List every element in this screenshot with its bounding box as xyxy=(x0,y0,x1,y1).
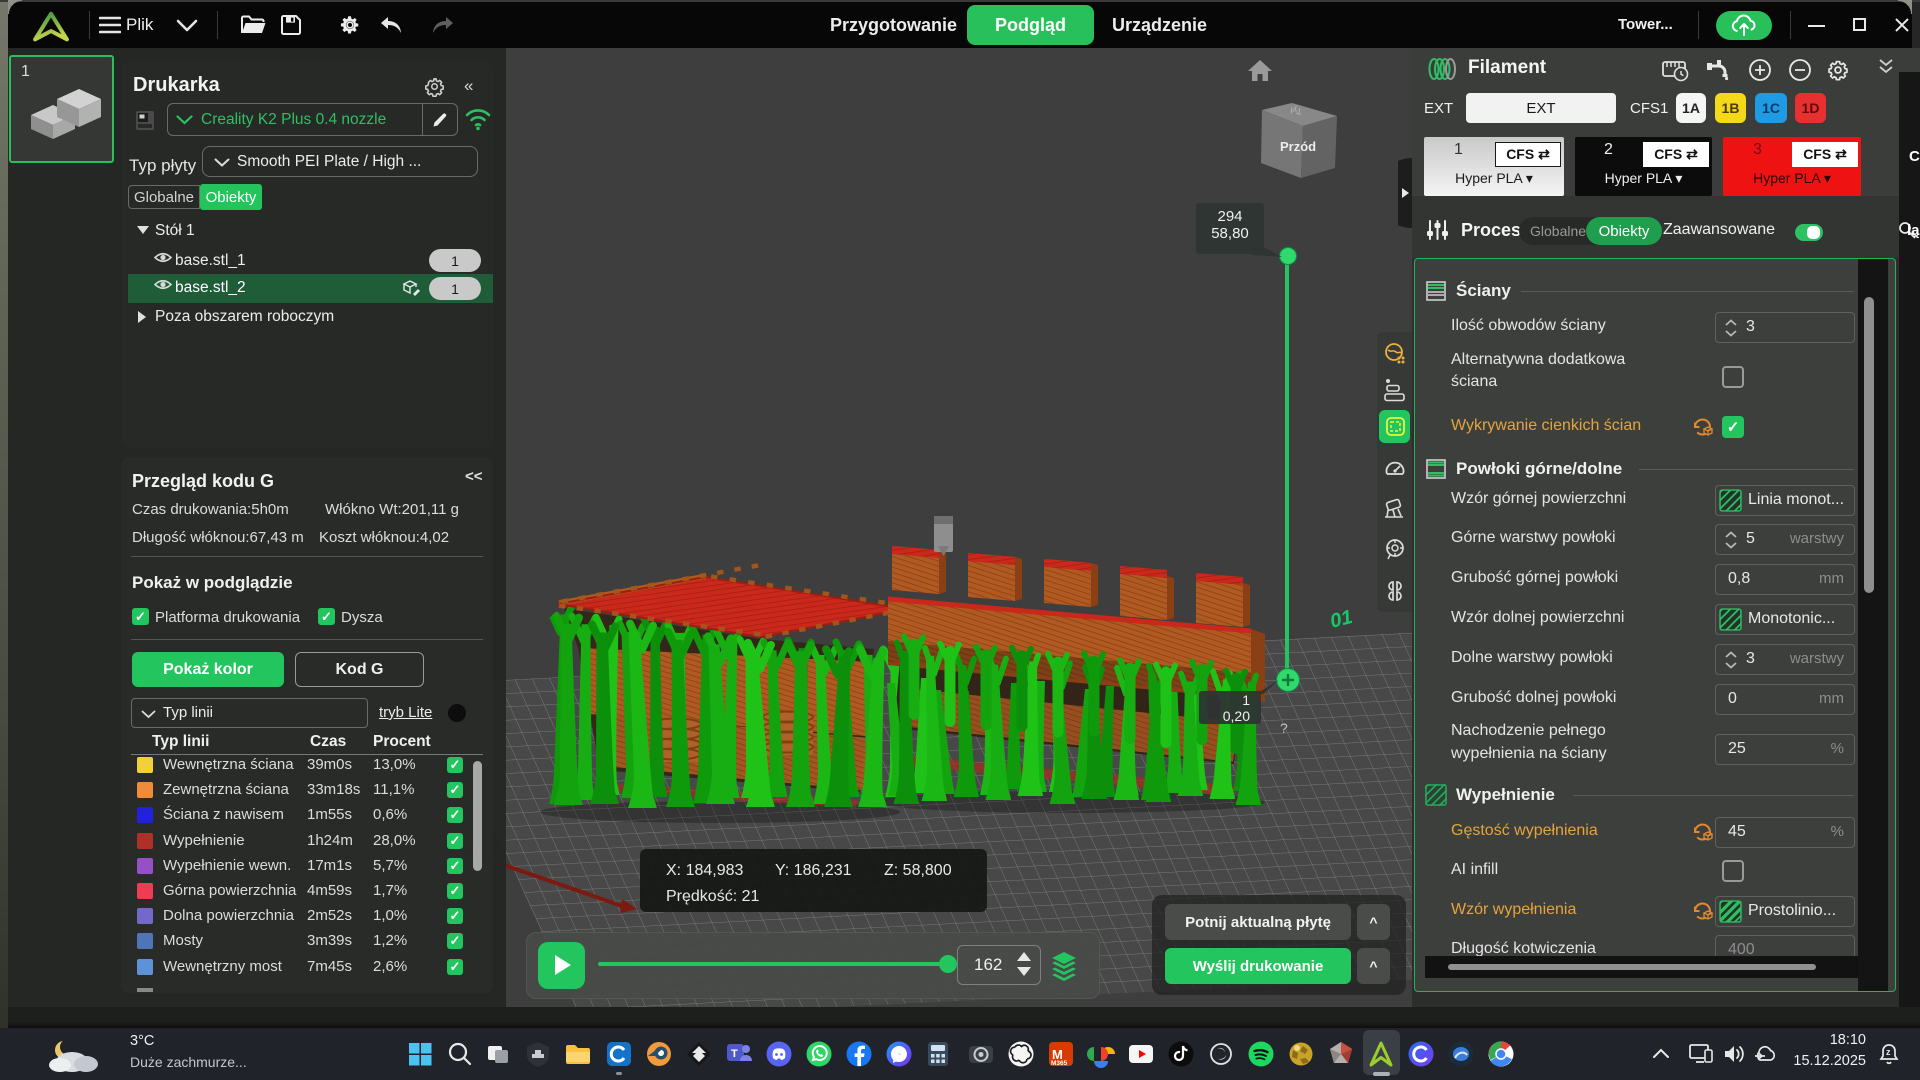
svg-text:Przód: Przód xyxy=(1280,139,1316,154)
svg-text:T: T xyxy=(731,1048,738,1060)
svg-text:Tył: Tył xyxy=(1290,105,1302,116)
svg-text:M365: M365 xyxy=(1051,1060,1068,1067)
svg-text:z: z xyxy=(1886,1047,1891,1057)
